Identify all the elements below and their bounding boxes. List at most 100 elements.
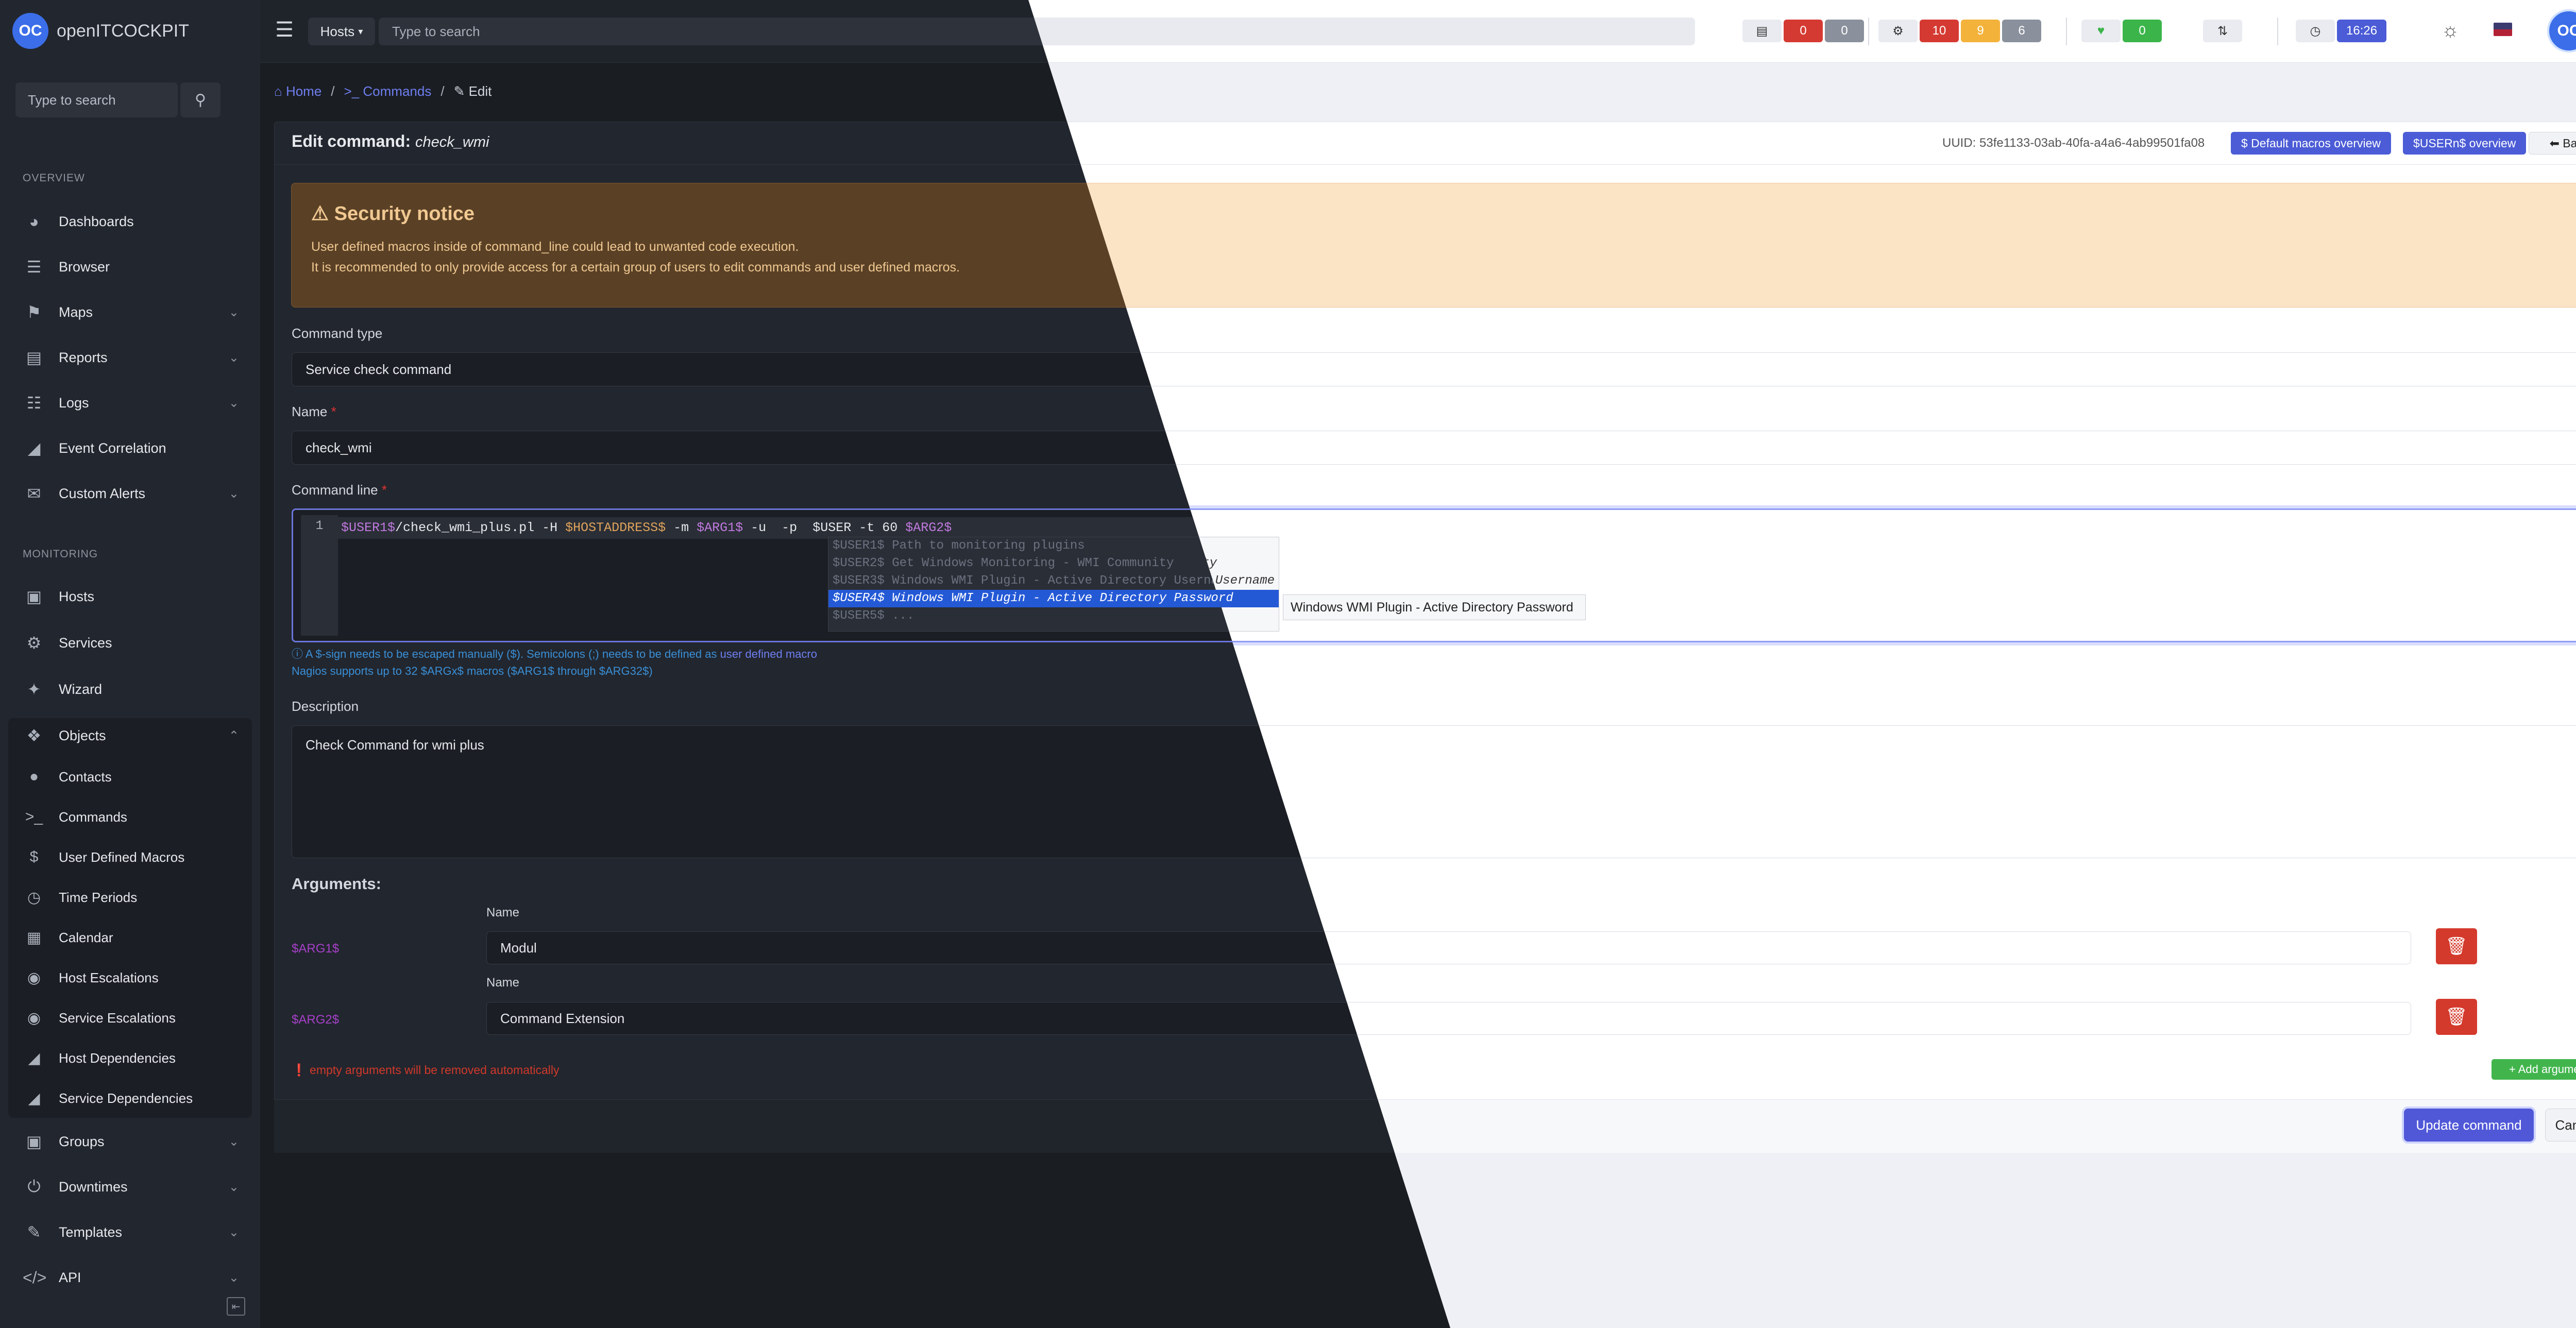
terminal-icon: >_ [344,83,363,99]
chevron-down-icon: ⌄ [228,305,239,319]
delete-arg1-button[interactable]: 🗑 [2436,928,2477,964]
exclamation-circle-icon: ❗ [292,1063,310,1077]
sidebar-item-label: Downtimes [59,1179,128,1195]
trash-icon: 🗑 [2445,937,2468,956]
services-unknown-count[interactable]: 6 [2002,20,2041,42]
sidebar-item-service-dependencies[interactable]: ◢ Service Dependencies [23,1084,193,1113]
service-status-group[interactable]: ⚙ 10 9 6 [1878,20,2041,42]
uuid-text: UUID: 53fe1133-03ab-40fa-a4a6-4ab99501fa… [1942,136,2205,150]
name-label-text: Name [292,404,328,419]
menu-toggle-icon[interactable]: ☰ [273,19,296,41]
page-title: Edit command: check_wmi [292,132,489,151]
sidebar-item-label: Time Periods [59,889,138,905]
sync-icon[interactable]: ⇅ [2203,20,2242,42]
sync-group[interactable]: ⇅ [2203,20,2242,42]
sidebar-item-calendar[interactable]: ▦ Calendar [23,923,113,952]
command-type-label: Command type [292,326,383,341]
sidebar-item-templates[interactable]: ✎ Templates ⌄ [23,1217,239,1248]
back-label: Back [2563,136,2576,150]
power-icon: ⏻ [27,1177,41,1196]
command-line-label: Command line * [292,482,387,498]
home-icon: ⌂ [274,83,286,99]
sidebar-item-contacts[interactable]: ● Contacts [23,762,112,791]
sidebar-item-service-escalations[interactable]: ◉ Service Escalations [23,1003,176,1032]
services-warning-count[interactable]: 9 [1961,20,2000,42]
sidebar-item-event-correlation[interactable]: ◢ Event Correlation [23,433,239,464]
sidebar-item-label: Custom Alerts [59,485,146,501]
sidebar-item-maps[interactable]: ⚑ Maps ⌄ [23,297,239,328]
update-command-button[interactable]: Update command [2404,1109,2534,1142]
search-scope-dropdown[interactable]: Hosts ▾ [308,18,375,45]
sidebar-item-label: Browser [59,259,110,275]
warning-text: empty arguments will be removed automati… [310,1063,560,1077]
arrow-left-icon: ⬅ [2549,136,2563,150]
sidebar-item-downtimes[interactable]: ⏻ Downtimes ⌄ [23,1171,239,1202]
back-button[interactable]: ⬅ Back [2529,132,2576,155]
add-argument-button[interactable]: + Add argument [2492,1059,2576,1080]
sidebar-item-host-escalations[interactable]: ◉ Host Escalations [23,963,159,992]
sidebar-item-label: Logs [59,395,89,411]
host-status-group[interactable]: ▤ 0 0 [1742,20,1864,42]
object-group-icon: ▣ [26,1132,42,1151]
theme-toggle-icon[interactable]: ☼ [2439,18,2462,43]
trash-icon: 🗑 [2445,1007,2468,1027]
hosts-down-count[interactable]: 0 [1784,20,1823,42]
line-number: 1 [301,515,338,636]
sidebar-item-label: Hosts [59,588,95,604]
sidebar-search-input[interactable]: Type to search [15,82,178,117]
chevron-down-icon: ⌄ [228,1270,239,1285]
breadcrumb-commands[interactable]: >_ Commands [344,83,432,99]
user-icon: ● [29,768,39,785]
chevron-down-icon: ⌄ [228,350,239,365]
search-icon[interactable]: ⚲ [180,82,221,117]
chevron-up-icon: ⌃ [228,728,239,743]
us-flag-icon[interactable] [2494,23,2512,36]
sidebar-item-api[interactable]: </> API ⌄ [23,1262,239,1293]
autocomplete-row[interactable]: $USER5$ ... [828,607,1279,625]
usern-overview-button[interactable]: $USERn$ overview [2403,132,2527,155]
cancel-button[interactable]: Cancel [2545,1109,2576,1142]
sidebar-item-wizard[interactable]: ✦ Wizard [23,674,239,705]
chevron-down-icon: ⌄ [228,486,239,501]
hosts-unreachable-count[interactable]: 0 [1825,20,1864,42]
divider [2277,18,2278,45]
help-text-args: Nagios supports up to 32 $ARGx$ macros (… [292,665,653,677]
sidebar-item-hosts[interactable]: ▣ Hosts [23,581,239,612]
delete-arg2-button[interactable]: 🗑 [2436,999,2477,1035]
sidebar-item-commands[interactable]: >_ Commands [23,803,127,831]
sidebar-item-host-dependencies[interactable]: ◢ Host Dependencies [23,1044,175,1072]
sidebar-item-label: Host Escalations [59,969,159,985]
sidebar-item-label: Objects [59,727,106,743]
default-macros-button[interactable]: $ Default macros overview [2231,132,2391,155]
collapse-sidebar-icon[interactable]: ⇤ [227,1297,245,1316]
desktop-icon: ▣ [26,587,42,606]
heartbeat-group[interactable]: ♥ 0 [2081,20,2162,42]
log-icon: ☷ [26,394,42,412]
calendar-icon: ▦ [26,929,42,946]
warning-icon: ⚠ [311,203,334,225]
chevron-down-icon: ⌄ [228,1225,239,1239]
breadcrumb-edit: ✎ Edit [454,83,492,99]
autocomplete-selected-row[interactable]: $USER4$ Windows WMI Plugin - Active Dire… [828,590,1279,607]
sitemap-icon: ◢ [28,1049,40,1067]
sidebar-item-user-defined-macros[interactable]: $ User Defined Macros [23,843,185,872]
sidebar-item-reports[interactable]: ▤ Reports ⌄ [23,342,239,373]
sidebar-item-label: Maps [59,304,93,320]
sidebar-heading-monitoring: MONITORING [23,548,98,560]
arg1-name-label: Name [486,906,520,920]
ok-count[interactable]: 0 [2123,20,2162,42]
sidebar-item-services[interactable]: ⚙ Services [23,627,239,658]
sidebar-item-logs[interactable]: ☷ Logs ⌄ [23,387,239,418]
services-critical-count[interactable]: 10 [1920,20,1959,42]
code-up: -u -p $USER -t 60 [743,520,906,535]
sidebar-item-groups[interactable]: ▣ Groups ⌄ [23,1126,239,1157]
page-title-label: Edit command: [292,132,411,150]
app-logo[interactable]: OC openITCOCKPIT [12,12,189,49]
sidebar-item-time-periods[interactable]: ◷ Time Periods [23,883,137,912]
sidebar-item-objects[interactable]: ❖ Objects ⌃ [23,720,239,751]
sidebar-item-dashboards[interactable]: ◕ Dashboards [23,206,239,237]
sidebar-item-custom-alerts[interactable]: ✉ Custom Alerts ⌄ [23,478,239,509]
sidebar-item-browser[interactable]: ☰ Browser [23,251,239,282]
breadcrumb-home[interactable]: ⌂ Home [274,83,321,99]
user-defined-macro-link[interactable]: user defined macro [720,648,817,660]
